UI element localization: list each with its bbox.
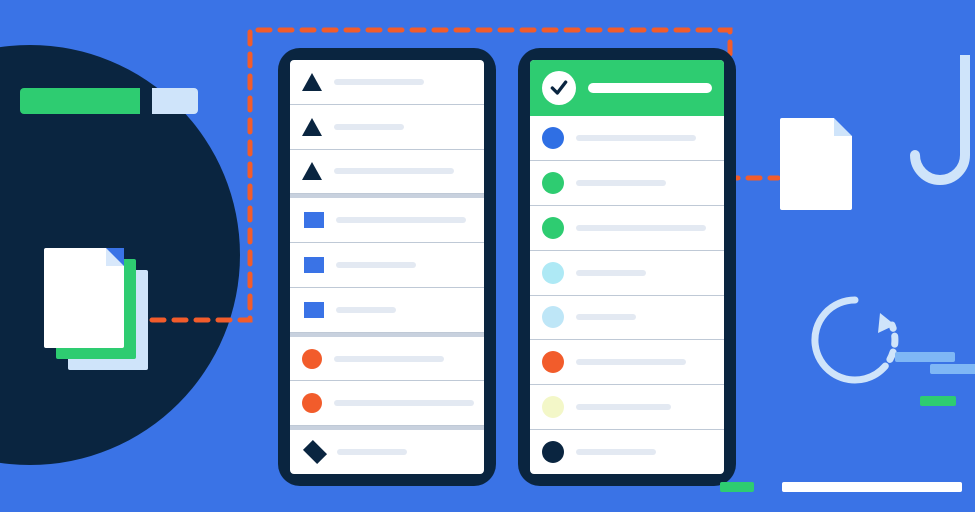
square-icon bbox=[304, 302, 324, 318]
decorative-bar bbox=[782, 482, 962, 492]
circle-icon bbox=[302, 349, 322, 369]
text-line bbox=[576, 180, 666, 186]
document-front-icon bbox=[44, 248, 124, 348]
list-item bbox=[290, 198, 484, 243]
header-title-bar bbox=[588, 83, 712, 93]
bullet-icon bbox=[542, 217, 564, 239]
bullet-icon bbox=[542, 172, 564, 194]
illustration-stage bbox=[0, 0, 975, 512]
triangle-icon bbox=[302, 162, 322, 180]
list-item bbox=[290, 337, 484, 382]
bullet-icon bbox=[542, 306, 564, 328]
hook-icon bbox=[905, 55, 975, 205]
list-item bbox=[290, 60, 484, 105]
text-line bbox=[337, 449, 407, 455]
bullet-icon bbox=[542, 262, 564, 284]
check-icon bbox=[542, 71, 576, 105]
decorative-bar bbox=[720, 482, 754, 492]
phone-left-screen bbox=[290, 60, 484, 474]
list-item bbox=[530, 340, 724, 385]
list-item bbox=[290, 105, 484, 150]
phone-right bbox=[518, 48, 736, 486]
decorative-bar bbox=[920, 396, 956, 406]
text-line bbox=[576, 404, 671, 410]
bullet-icon bbox=[542, 396, 564, 418]
list-item bbox=[530, 385, 724, 430]
text-line bbox=[576, 359, 686, 365]
diamond-icon bbox=[303, 440, 327, 464]
text-line bbox=[576, 270, 646, 276]
phone-right-screen bbox=[530, 60, 724, 474]
document-icon bbox=[780, 118, 852, 210]
text-line bbox=[576, 314, 636, 320]
decorative-bar bbox=[895, 352, 955, 362]
bullet-icon bbox=[542, 127, 564, 149]
list-item bbox=[530, 430, 724, 474]
text-line bbox=[576, 225, 706, 231]
bullet-icon bbox=[542, 351, 564, 373]
highlighter-pen bbox=[20, 88, 198, 114]
phone-left bbox=[278, 48, 496, 486]
list-item bbox=[290, 288, 484, 333]
list-item bbox=[530, 251, 724, 296]
text-line bbox=[334, 168, 454, 174]
decorative-bar bbox=[930, 364, 975, 374]
list-item bbox=[290, 381, 484, 426]
text-line bbox=[334, 79, 424, 85]
square-icon bbox=[304, 212, 324, 228]
square-icon bbox=[304, 257, 324, 273]
checklist-header bbox=[530, 60, 724, 116]
text-line bbox=[336, 262, 416, 268]
list-item bbox=[290, 150, 484, 195]
text-line bbox=[334, 124, 404, 130]
text-line bbox=[576, 135, 696, 141]
text-line bbox=[334, 400, 474, 406]
text-line bbox=[334, 356, 444, 362]
list-item bbox=[530, 161, 724, 206]
list-item bbox=[290, 243, 484, 288]
triangle-icon bbox=[302, 118, 322, 136]
text-line bbox=[336, 307, 396, 313]
circle-icon bbox=[302, 393, 322, 413]
list-item bbox=[530, 296, 724, 341]
triangle-icon bbox=[302, 73, 322, 91]
refresh-icon bbox=[800, 285, 910, 395]
list-item bbox=[530, 206, 724, 251]
text-line bbox=[576, 449, 656, 455]
bullet-icon bbox=[542, 441, 564, 463]
list-item bbox=[530, 116, 724, 161]
document-stack bbox=[44, 248, 154, 378]
text-line bbox=[336, 217, 466, 223]
list-item bbox=[290, 430, 484, 474]
